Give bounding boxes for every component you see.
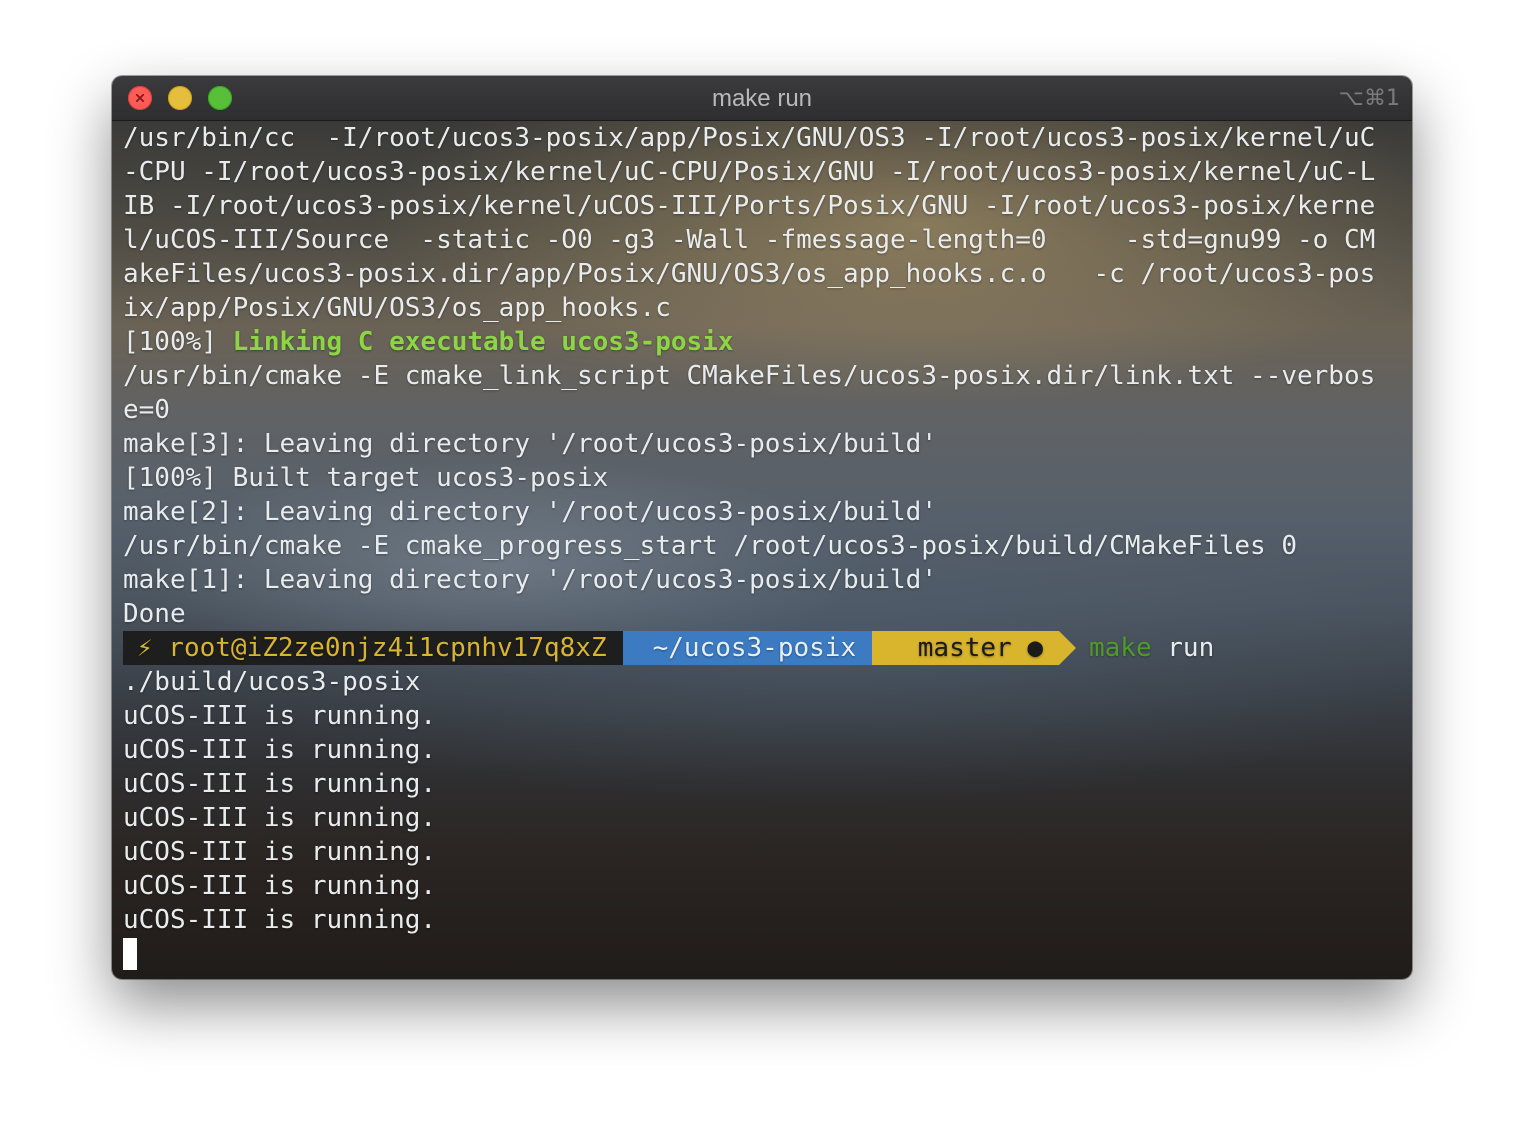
- output-line: IB -I/root/ucos3-posix/kernel/uCOS-III/P…: [123, 191, 1376, 221]
- output-line: make[1]: Leaving directory '/root/ucos3-…: [123, 565, 937, 595]
- linking-line: [100%] Linking C executable ucos3-posix: [123, 325, 1408, 359]
- run-output-line: uCOS-III is running.: [123, 735, 437, 765]
- output-line: [100%] Built target ucos3-posix: [123, 463, 609, 493]
- command-argument: run: [1167, 633, 1215, 663]
- tab-shortcut: ⌥⌘1: [1338, 86, 1400, 111]
- output-line: make[2]: Leaving directory '/root/ucos3-…: [123, 497, 937, 527]
- run-output-line: uCOS-III is running.: [123, 701, 437, 731]
- output-line: /usr/bin/cmake -E cmake_progress_start /…: [123, 531, 1297, 561]
- text-cursor: [123, 938, 137, 970]
- terminal-lines: /usr/bin/cc -I/root/ucos3-posix/app/Posi…: [123, 121, 1408, 971]
- output-line: make[3]: Leaving directory '/root/ucos3-…: [123, 429, 937, 459]
- run-output-line: uCOS-III is running.: [123, 871, 437, 901]
- prompt-user-segment: ⚡ root@iZ2ze0njz4i1cpnhv17q8xZ: [123, 631, 640, 665]
- output-line: /usr/bin/cmake -E cmake_link_script CMak…: [123, 361, 1376, 391]
- prompt-git-branch-segment: master ●: [872, 631, 1076, 665]
- input-line[interactable]: [123, 937, 1408, 971]
- shell-prompt: ⚡ root@iZ2ze0njz4i1cpnhv17q8xZ ~/ucos3-p…: [123, 631, 1408, 665]
- prompt-directory-segment: ~/ucos3-posix: [622, 631, 889, 665]
- title-bar[interactable]: make run ⌥⌘1: [112, 76, 1412, 121]
- terminal-content[interactable]: /usr/bin/cc -I/root/ucos3-posix/app/Posi…: [112, 121, 1412, 979]
- output-line: ix/app/Posix/GNU/OS3/os_app_hooks.c: [123, 293, 671, 323]
- output-line: akeFiles/ucos3-posix.dir/app/Posix/GNU/O…: [123, 259, 1376, 289]
- linking-message: Linking C executable ucos3-posix: [232, 327, 734, 357]
- run-output-line: uCOS-III is running.: [123, 769, 437, 799]
- output-line: -CPU -I/root/ucos3-posix/kernel/uC-CPU/P…: [123, 157, 1376, 187]
- linking-percent: [100%]: [123, 327, 217, 357]
- terminal-window: make run ⌥⌘1 /usr/bin/cc -I/root/ucos3-p…: [112, 76, 1412, 979]
- run-output-line: uCOS-III is running.: [123, 905, 437, 935]
- run-output-line: uCOS-III is running.: [123, 837, 437, 867]
- output-line: /usr/bin/cc -I/root/ucos3-posix/app/Posi…: [123, 123, 1376, 153]
- command-name: make: [1089, 633, 1152, 663]
- output-line: Done: [123, 599, 186, 629]
- output-line: l/uCOS-III/Source -static -O0 -g3 -Wall …: [123, 225, 1376, 255]
- run-output-line: ./build/ucos3-posix: [123, 667, 421, 697]
- output-line: e=0: [123, 395, 170, 425]
- window-title: make run: [711, 85, 813, 112]
- run-output-line: uCOS-III is running.: [123, 803, 437, 833]
